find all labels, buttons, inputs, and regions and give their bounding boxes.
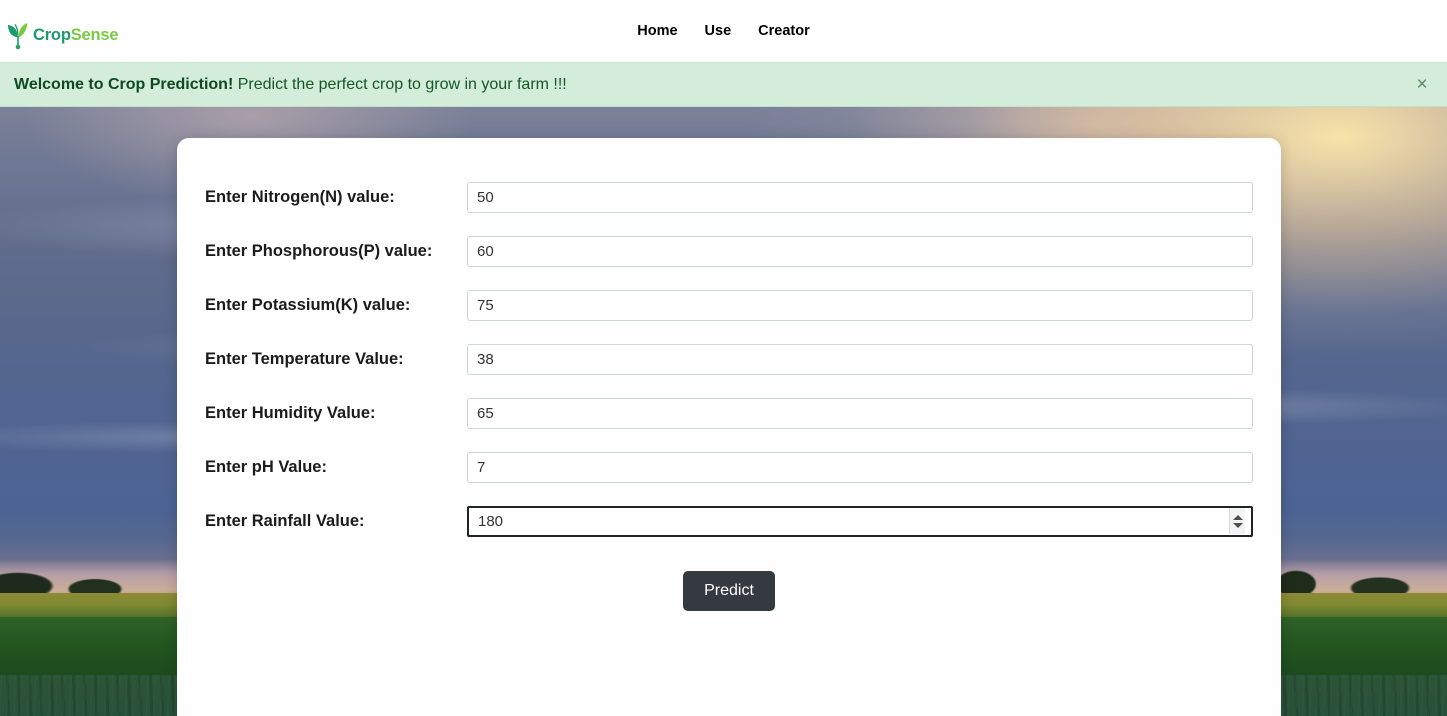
stepper-down-icon[interactable] [1232, 522, 1243, 528]
phosphorous-input[interactable] [467, 235, 1253, 267]
navbar: CropSense Home Use Creator [0, 0, 1447, 62]
close-icon[interactable]: × [1409, 72, 1435, 98]
submit-row: Predict [177, 571, 1281, 611]
ph-input[interactable] [467, 451, 1253, 483]
nav-link-home[interactable]: Home [635, 20, 679, 43]
nitrogen-input[interactable] [467, 181, 1253, 213]
label-ph: Enter pH Value: [205, 457, 327, 476]
nav-link-creator[interactable]: Creator [756, 20, 812, 43]
prediction-form-card: Enter Nitrogen(N) value: Enter Phosphoro… [177, 138, 1281, 716]
stepper-up-icon[interactable] [1232, 514, 1243, 520]
form-row-temperature: Enter Temperature Value: [177, 332, 1281, 386]
label-phosphorous: Enter Phosphorous(P) value: [205, 241, 433, 260]
form-row-potassium: Enter Potassium(K) value: [177, 278, 1281, 332]
alert-normal-text: Predict the perfect crop to grow in your… [233, 75, 567, 93]
nav-link-use[interactable]: Use [703, 20, 734, 43]
label-rainfall: Enter Rainfall Value: [205, 511, 365, 530]
label-humidity: Enter Humidity Value: [205, 403, 376, 422]
potassium-input[interactable] [467, 289, 1253, 321]
alert-strong-text: Welcome to Crop Prediction! [14, 75, 234, 93]
alert-message: Welcome to Crop Prediction! Predict the … [14, 75, 567, 93]
form-row-phosphorous: Enter Phosphorous(P) value: [177, 224, 1281, 278]
form-row-rainfall: Enter Rainfall Value: [177, 494, 1281, 548]
temperature-input[interactable] [467, 343, 1253, 375]
humidity-input[interactable] [467, 397, 1253, 429]
app-page: CropSense Home Use Creator Welcome to Cr… [0, 0, 1447, 716]
nav-links: Home Use Creator [0, 0, 1447, 62]
form-row-ph: Enter pH Value: [177, 440, 1281, 494]
number-stepper[interactable] [1229, 508, 1245, 534]
predict-button[interactable]: Predict [683, 571, 775, 611]
form-row-humidity: Enter Humidity Value: [177, 386, 1281, 440]
form-row-nitrogen: Enter Nitrogen(N) value: [177, 170, 1281, 224]
rainfall-input[interactable] [467, 505, 1253, 537]
label-temperature: Enter Temperature Value: [205, 349, 404, 368]
label-nitrogen: Enter Nitrogen(N) value: [205, 187, 395, 206]
welcome-alert-banner: Welcome to Crop Prediction! Predict the … [0, 62, 1447, 107]
label-potassium: Enter Potassium(K) value: [205, 295, 411, 314]
